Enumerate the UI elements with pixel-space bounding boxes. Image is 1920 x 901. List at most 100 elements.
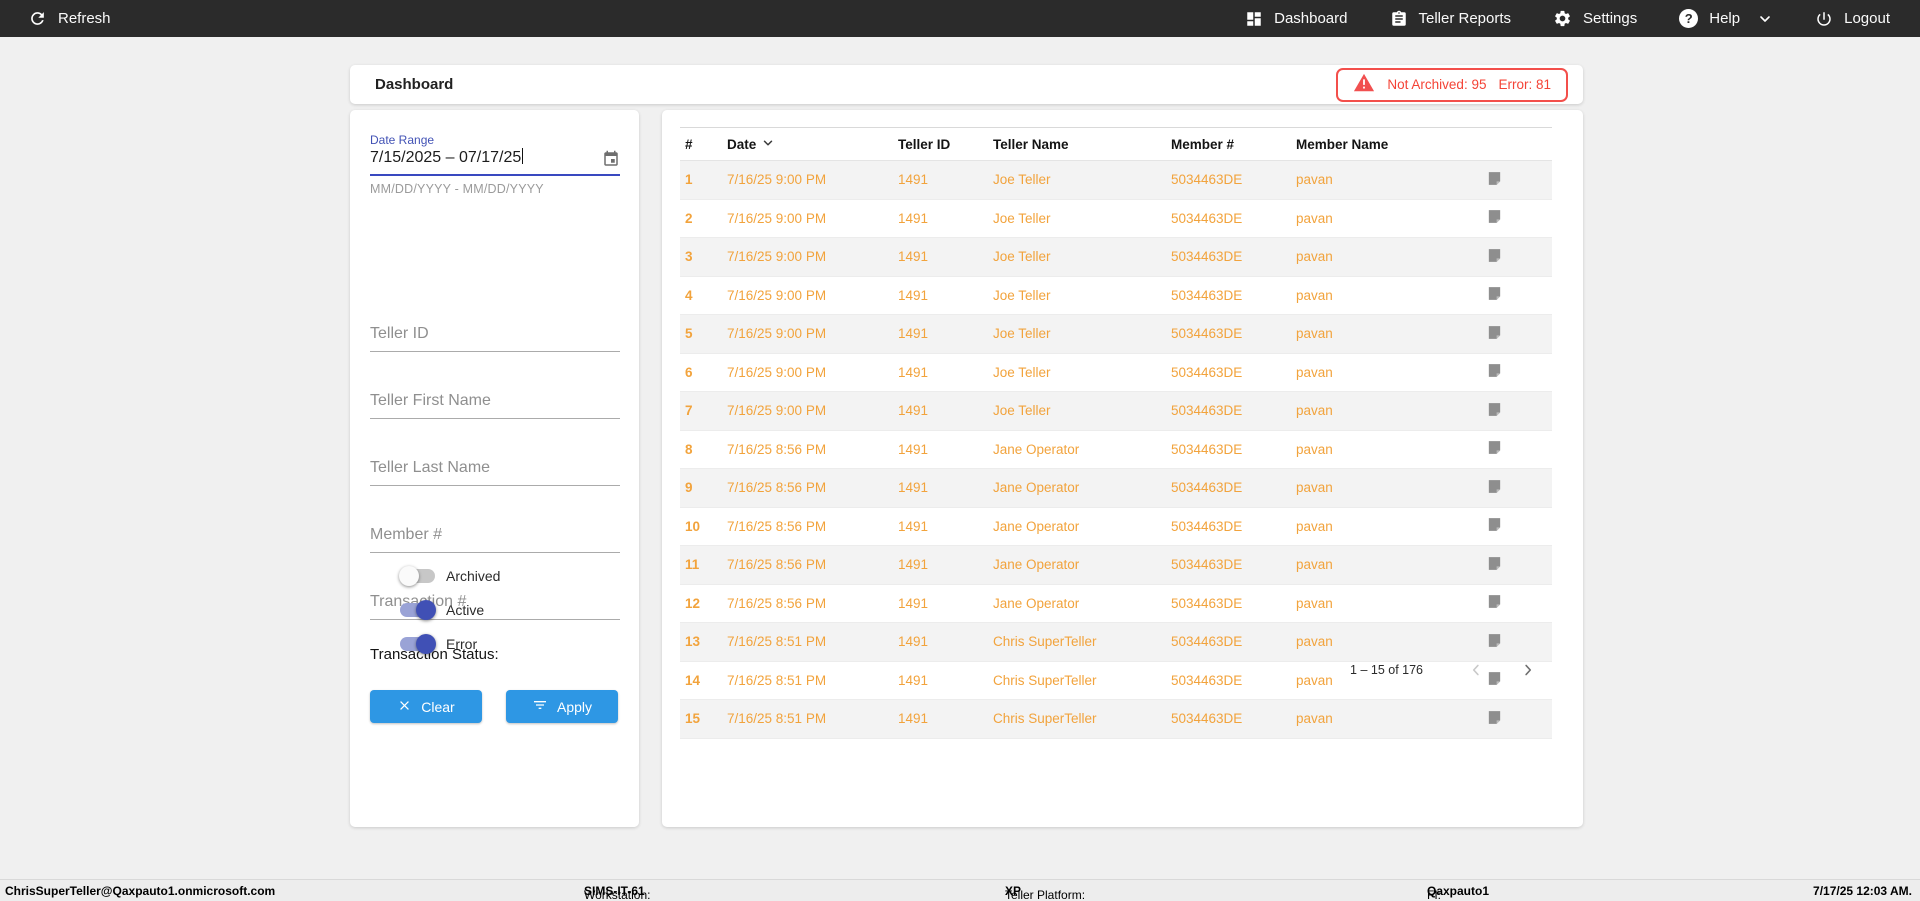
row-teller-name: Chris SuperTeller	[993, 634, 1097, 650]
nav-dashboard[interactable]: Dashboard	[1245, 10, 1348, 28]
nav-dashboard-label: Dashboard	[1274, 10, 1348, 27]
note-icon[interactable]	[1486, 441, 1503, 459]
table-row[interactable]: 11 7/16/25 8:56 PM 1491 Jane Operator 50…	[680, 545, 1552, 585]
table-row[interactable]: 15 7/16/25 8:51 PM 1491 Chris SuperTelle…	[680, 699, 1552, 738]
table-row[interactable]: 12 7/16/25 8:56 PM 1491 Jane Operator 50…	[680, 584, 1552, 623]
table-row[interactable]: 7 7/16/25 9:00 PM 1491 Joe Teller 503446…	[680, 391, 1552, 431]
row-date: 7/16/25 8:56 PM	[727, 518, 827, 534]
nav-help[interactable]: ? Help	[1679, 9, 1773, 28]
teller-id-input[interactable]	[370, 325, 620, 352]
date-range-hint: MM/DD/YYYY - MM/DD/YYYY	[370, 182, 544, 196]
row-teller-id: 1491	[898, 595, 929, 611]
row-number: 13	[685, 634, 701, 650]
row-number: 3	[685, 249, 693, 265]
warning-triangle-icon	[1353, 72, 1375, 97]
note-icon[interactable]	[1486, 402, 1503, 421]
row-member-number: 5034463DE	[1171, 364, 1243, 380]
nav-teller-reports-label: Teller Reports	[1418, 10, 1512, 27]
col-header-member-num[interactable]: Member #	[1166, 128, 1291, 161]
archived-switch[interactable]	[399, 566, 435, 586]
status-bar: ChrisSuperTeller@Qaxpauto1.onmicrosoft.c…	[0, 879, 1920, 901]
error-switch[interactable]	[400, 634, 436, 654]
note-icon[interactable]	[1486, 710, 1503, 729]
next-page-button[interactable]	[1515, 657, 1541, 683]
nav-logout[interactable]: Logout	[1815, 10, 1890, 28]
page-header-card: Dashboard Not Archived: 95 Error: 81	[350, 65, 1583, 104]
row-member-name: pavan	[1296, 518, 1333, 534]
row-teller-name: Chris SuperTeller	[993, 711, 1097, 727]
table-body: 1 7/16/25 9:00 PM 1491 Joe Teller 503446…	[680, 160, 1552, 738]
row-note-cell	[1480, 546, 1552, 585]
note-icon[interactable]	[1486, 479, 1503, 498]
teller-first-name-input[interactable]	[370, 392, 620, 419]
row-member-number: 5034463DE	[1171, 172, 1243, 188]
note-icon[interactable]	[1486, 287, 1503, 305]
refresh-icon	[28, 9, 47, 28]
col-header-actions	[1480, 128, 1552, 161]
col-header-member-name[interactable]: Member Name	[1291, 128, 1480, 161]
table-row[interactable]: 4 7/16/25 9:00 PM 1491 Joe Teller 503446…	[680, 276, 1552, 315]
nav-settings[interactable]: Settings	[1553, 9, 1637, 28]
refresh-button[interactable]: Refresh	[28, 9, 111, 28]
row-note-cell	[1480, 623, 1552, 662]
col-header-teller-id[interactable]: Teller ID	[893, 128, 988, 161]
transactions-table: # Date Teller ID Teller Name Member # Me…	[680, 127, 1552, 739]
date-range-field[interactable]: Date Range 7/15/2025 – 07/17/25 MM/DD/YY…	[370, 133, 620, 196]
sort-arrow-icon	[761, 136, 775, 153]
row-date: 7/16/25 8:56 PM	[727, 595, 827, 611]
apply-button[interactable]: Apply	[506, 690, 618, 723]
row-member-name: pavan	[1296, 249, 1333, 265]
col-header-date[interactable]: Date	[722, 128, 893, 161]
table-row[interactable]: 3 7/16/25 9:00 PM 1491 Joe Teller 503446…	[680, 237, 1552, 276]
row-teller-name: Joe Teller	[993, 210, 1051, 226]
clear-button[interactable]: Clear	[370, 690, 482, 723]
row-teller-id: 1491	[898, 364, 929, 380]
toggle-error[interactable]: Error	[400, 634, 477, 654]
row-note-cell	[1480, 161, 1552, 200]
note-icon[interactable]	[1486, 364, 1503, 382]
table-row[interactable]: 1 7/16/25 9:00 PM 1491 Joe Teller 503446…	[680, 160, 1552, 200]
calendar-icon[interactable]	[602, 150, 620, 173]
note-icon[interactable]	[1486, 248, 1503, 267]
member-number-input[interactable]	[370, 526, 620, 553]
row-teller-name: Joe Teller	[993, 249, 1051, 265]
alert-not-archived: Not Archived: 95	[1387, 77, 1487, 92]
table-row[interactable]: 5 7/16/25 9:00 PM 1491 Joe Teller 503446…	[680, 314, 1552, 353]
toggle-archived[interactable]: Archived	[399, 566, 500, 586]
toggle-active[interactable]: Active	[400, 600, 484, 620]
date-range-input[interactable]: 7/15/2025 – 07/17/25	[370, 148, 620, 170]
row-number: 7	[685, 403, 693, 419]
col-header-teller-name[interactable]: Teller Name	[988, 128, 1166, 161]
teller-last-name-input[interactable]	[370, 459, 620, 486]
note-icon[interactable]	[1486, 595, 1503, 613]
table-row[interactable]: 13 7/16/25 8:51 PM 1491 Chris SuperTelle…	[680, 622, 1552, 662]
row-member-number: 5034463DE	[1171, 672, 1243, 688]
row-teller-name: Jane Operator	[993, 480, 1080, 496]
row-teller-name: Jane Operator	[993, 595, 1080, 611]
table-row[interactable]: 8 7/16/25 8:56 PM 1491 Jane Operator 503…	[680, 430, 1552, 469]
previous-page-button[interactable]	[1463, 657, 1489, 683]
table-row[interactable]: 2 7/16/25 9:00 PM 1491 Joe Teller 503446…	[680, 199, 1552, 238]
gear-icon	[1553, 9, 1572, 28]
table-row[interactable]: 9 7/16/25 8:56 PM 1491 Jane Operator 503…	[680, 468, 1552, 507]
transactions-table-card: # Date Teller ID Teller Name Member # Me…	[662, 110, 1583, 827]
filter-icon	[532, 697, 548, 716]
fi-info: FI: Qaxpauto1	[1427, 884, 1490, 901]
row-date: 7/16/25 8:51 PM	[727, 634, 827, 650]
note-icon[interactable]	[1486, 171, 1503, 190]
table-row[interactable]: 10 7/16/25 8:56 PM 1491 Jane Operator 50…	[680, 507, 1552, 546]
note-icon[interactable]	[1486, 210, 1503, 228]
row-date: 7/16/25 8:56 PM	[727, 441, 827, 457]
row-member-name: pavan	[1296, 557, 1333, 573]
note-icon[interactable]	[1486, 325, 1503, 344]
note-icon[interactable]	[1486, 518, 1503, 536]
active-switch[interactable]	[400, 600, 436, 620]
row-note-cell	[1480, 392, 1552, 431]
note-icon[interactable]	[1486, 633, 1503, 652]
note-icon[interactable]	[1486, 556, 1503, 575]
focused-underline	[370, 174, 620, 176]
row-date: 7/16/25 9:00 PM	[727, 326, 827, 342]
nav-teller-reports[interactable]: Teller Reports	[1390, 10, 1512, 28]
alert-badge[interactable]: Not Archived: 95 Error: 81	[1336, 67, 1568, 102]
table-row[interactable]: 6 7/16/25 9:00 PM 1491 Joe Teller 503446…	[680, 353, 1552, 392]
